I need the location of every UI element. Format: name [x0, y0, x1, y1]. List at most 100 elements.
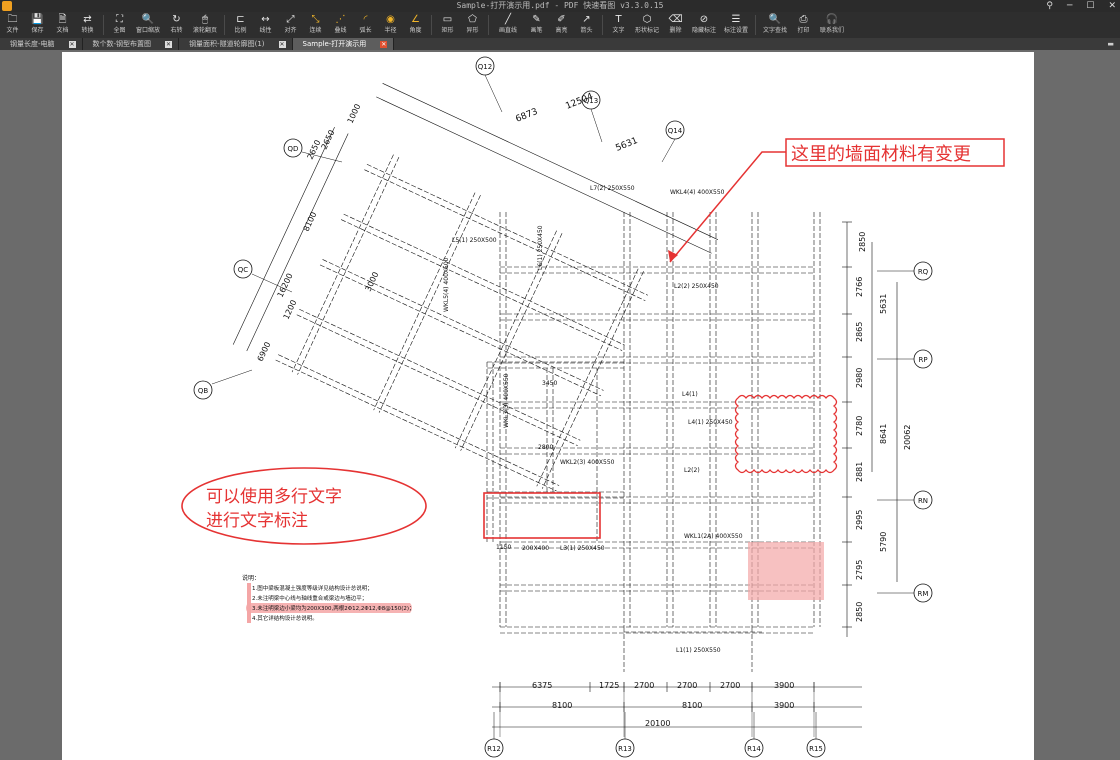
- drawing-line: [378, 195, 481, 413]
- toolbar-label: 连续: [309, 27, 322, 34]
- toolbar-text-search-button[interactable]: 🔍 文字查找: [759, 12, 791, 38]
- drawing-line: [211, 369, 253, 385]
- save-icon: 💾: [31, 14, 44, 25]
- pdf-page[interactable]: Q12 Q13 Q14 QD QC QB RQ RP RN RM R12 R13 R14 R15 12504…: [62, 52, 1034, 760]
- drawing-label: L3(1) 250X450: [560, 545, 605, 552]
- rectangle-icon: ▭: [442, 14, 453, 25]
- drawing-label: 3450: [542, 380, 557, 387]
- document-tab[interactable]: 钢量长度-电脑 ✕: [0, 38, 83, 50]
- drawing-label: 1200: [282, 299, 299, 321]
- drawing-label: WKL5(4) 400X500: [443, 257, 450, 312]
- toolbar-mouse-scroll-button[interactable]: 🖱 滚轮翻页: [189, 12, 221, 38]
- drawing-label: 16200: [276, 272, 295, 299]
- minimize-button[interactable]: ─: [1067, 0, 1072, 12]
- drawing-label: 2780: [855, 416, 864, 436]
- drawing-label: 2995: [855, 510, 864, 530]
- toolbar-label: 标注设置: [723, 27, 748, 34]
- toolbar-radius-button[interactable]: ◉ 半径: [378, 12, 403, 38]
- toolbar-annotation-settings-button[interactable]: ☰ 标注设置: [720, 12, 752, 38]
- toolbar-folder-button[interactable]: 🗀 文件: [0, 12, 25, 38]
- toolbar-aligned-measure-button[interactable]: ⤢ 对齐: [278, 12, 303, 38]
- drawing-label: 3000: [364, 271, 381, 293]
- toolbar-angle-button[interactable]: ∠ 角度: [403, 12, 428, 38]
- drawing-label: WKL1(2A) 400X550: [684, 533, 743, 540]
- toolbar-label: 角度: [409, 27, 422, 34]
- pen-icon: ✎: [532, 14, 541, 25]
- toolbar-text-button[interactable]: T 文字: [606, 12, 631, 38]
- close-button[interactable]: ✕: [1108, 0, 1116, 12]
- tab-overflow-icon[interactable]: ▬: [1107, 38, 1120, 50]
- axis-label: RP: [918, 356, 927, 364]
- toolbar-shape-mark-button[interactable]: ⬡ 形状标记: [631, 12, 663, 38]
- document-tab[interactable]: 钢量面积-隧道轮廓图(1) ✕: [179, 38, 293, 50]
- axis-label: R14: [747, 745, 761, 753]
- tab-close-icon[interactable]: ✕: [165, 40, 173, 48]
- callout-arrow: [669, 151, 786, 263]
- axis-label: R13: [618, 745, 632, 753]
- toolbar-hide-annotation-button[interactable]: ⊘ 隐藏标注: [688, 12, 720, 38]
- toolbar-arc-length-button[interactable]: ◜ 弧长: [353, 12, 378, 38]
- toolbar-rotate-right-button[interactable]: ↻ 右转: [164, 12, 189, 38]
- toolbar-document-button[interactable]: 🗎 文档: [50, 12, 75, 38]
- drawing-label: 2700: [677, 681, 697, 690]
- toolbar-line-button[interactable]: ╱ 画直线: [492, 12, 524, 38]
- toolbar-linear-measure-button[interactable]: ↔ 线性: [253, 12, 278, 38]
- toolbar-label: 半径: [384, 27, 397, 34]
- drawing-line: [278, 354, 560, 486]
- drawing-label: L4(1): [682, 391, 698, 398]
- drawing-label: 2865: [855, 322, 864, 342]
- document-tab[interactable]: 数个数-钢型布置图 ✕: [83, 38, 180, 50]
- maximize-button[interactable]: ☐: [1086, 0, 1094, 12]
- toolbar-polygon-button[interactable]: ⬠ 异形: [460, 12, 485, 38]
- toolbar-overlay-line-button[interactable]: ⋰ 叠线: [328, 12, 353, 38]
- zoom-window-icon: 🔍: [141, 14, 155, 25]
- drawing-line: [291, 154, 394, 373]
- toolbar-convert-button[interactable]: ⇄ 转换: [75, 12, 100, 38]
- drawing-label: L1(1) 250X550: [676, 647, 721, 654]
- drawing-label: 5631: [614, 136, 639, 154]
- toolbar-zoom-window-button[interactable]: 🔍 窗口缩放: [132, 12, 164, 38]
- drawing-label: 3900: [774, 681, 794, 690]
- radius-icon: ◉: [386, 14, 395, 25]
- toolbar-arrow-button[interactable]: ↗ 箭头: [574, 12, 599, 38]
- toolbar-save-button[interactable]: 💾 保存: [25, 12, 50, 38]
- axis-label: QD: [288, 145, 299, 153]
- drawing-label: 说明：: [242, 574, 260, 582]
- toolbar-label: 形状标记: [634, 27, 659, 34]
- drawing-label: 2650: [306, 139, 323, 161]
- tab-label: 数个数-钢型布置图: [92, 40, 152, 48]
- drawing-line: [536, 268, 639, 487]
- toolbar-scale-button[interactable]: ⊏ 比例: [228, 12, 253, 38]
- toolbar-fit-all-button[interactable]: ⛶ 全图: [107, 12, 132, 38]
- toolbar-continuous-measure-button[interactable]: ⤡ 连续: [303, 12, 328, 38]
- drawing-label: 6873: [514, 107, 539, 125]
- tab-close-icon[interactable]: ✕: [380, 40, 388, 48]
- drawing-label: 2980: [855, 368, 864, 388]
- tab-close-icon[interactable]: ✕: [68, 40, 76, 48]
- toolbar-label: 比例: [234, 27, 247, 34]
- toolbar-label: 文件: [6, 27, 19, 34]
- drawing-line: [373, 192, 476, 411]
- drawing-line: [366, 163, 649, 296]
- toolbar-eraser-button[interactable]: ⌫ 删除: [663, 12, 688, 38]
- mouse-scroll-icon: 🖱: [202, 14, 208, 25]
- document-tab-bar: 钢量长度-电脑 ✕ 数个数-钢型布置图 ✕ 钢量面积-隧道轮廓图(1) ✕ Sample-打…: [0, 38, 1120, 50]
- note-line: 1.图中梁板混凝土强度等级详见结构设计总说明；: [252, 584, 373, 592]
- toolbar-separator: [488, 15, 489, 35]
- toolbar-headset-button[interactable]: 🎧 联系我们: [816, 12, 848, 38]
- window-controls: ⚲ ─ ☐ ✕: [1046, 0, 1116, 12]
- toolbar-pen-button[interactable]: ✎ 画笔: [524, 12, 549, 38]
- pin-icon[interactable]: ⚲: [1046, 0, 1053, 12]
- toolbar-highlight-button[interactable]: ✐ 高亮: [549, 12, 574, 38]
- scale-icon: ⊏: [236, 14, 245, 25]
- drawing-label: L6(1) 250X450: [537, 225, 544, 270]
- highlight-icon: ✐: [557, 14, 566, 25]
- tab-close-icon[interactable]: ✕: [278, 40, 286, 48]
- toolbar-print-button[interactable]: ⎙ 打印: [791, 12, 816, 38]
- drawing-label: 20100: [645, 719, 670, 728]
- document-tab[interactable]: Sample-打开演示用 ✕: [292, 38, 395, 50]
- title-bar: Sample-打开演示用.pdf - PDF 快速看图 v3.3.0.15 ⚲ …: [0, 0, 1120, 12]
- toolbar-rectangle-button[interactable]: ▭ 矩形: [435, 12, 460, 38]
- tab-label: 钢量长度-电脑: [10, 40, 55, 48]
- toolbar-label: 打印: [797, 27, 810, 34]
